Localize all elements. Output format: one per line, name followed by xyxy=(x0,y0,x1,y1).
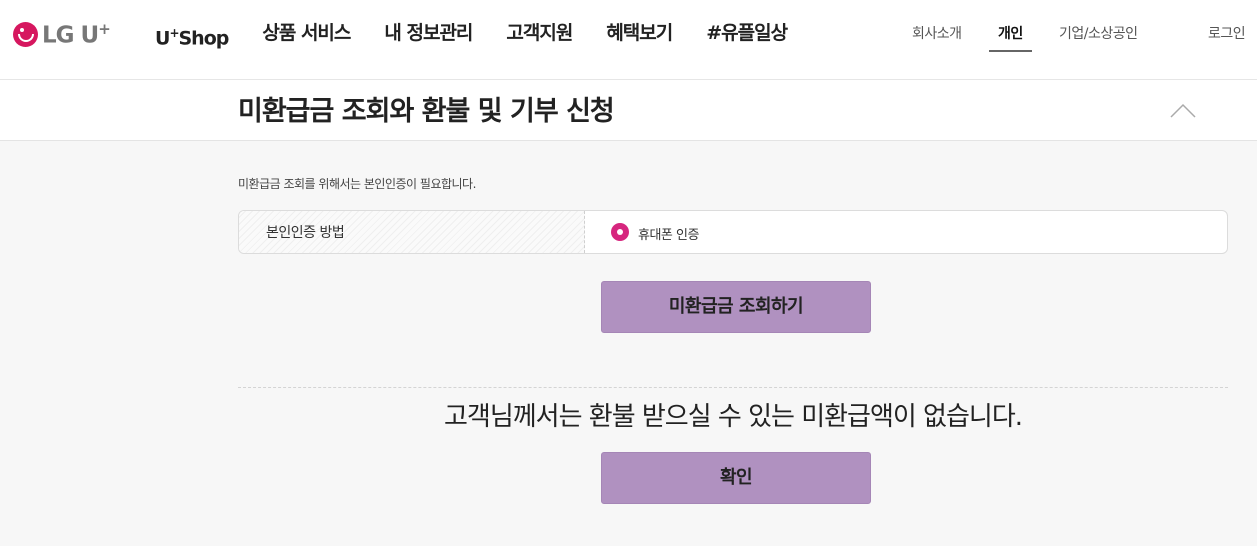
util-business-tab[interactable]: 기업/소상공인 xyxy=(1059,22,1138,46)
util-personal-tab[interactable]: 개인 xyxy=(998,22,1023,46)
page-title: 미환급금 조회와 환불 및 기부 신청 xyxy=(238,96,615,127)
util-company-link[interactable]: 회사소개 xyxy=(912,22,962,46)
confirm-button[interactable]: 확인 xyxy=(601,452,871,504)
global-nav: U+Shop 상품 서비스 내 정보관리 고객지원 혜택보기 #유플일상 xyxy=(155,18,821,49)
auth-method-header-cell: 본인인증 방법 xyxy=(239,211,585,253)
nav-products-services[interactable]: 상품 서비스 xyxy=(262,18,351,48)
nav-customer-support[interactable]: 고객지원 xyxy=(506,18,573,48)
result-message: 고객님께서는 환불 받으실 수 있는 미환급액이 없습니다. xyxy=(443,402,1023,432)
auth-method-row: 본인인증 방법 휴대폰 인증 xyxy=(238,210,1228,254)
query-refund-button[interactable]: 미환급금 조회하기 xyxy=(601,281,871,333)
auth-notice: 미환급금 조회를 위해서는 본인인증이 필요합니다. xyxy=(238,177,476,191)
header: LG U+ U+Shop 상품 서비스 내 정보관리 고객지원 혜택보기 #유플… xyxy=(0,0,1257,80)
nav-ushop[interactable]: U+Shop xyxy=(155,18,229,49)
nav-benefits[interactable]: 혜택보기 xyxy=(606,18,673,48)
nav-my-info[interactable]: 내 정보관리 xyxy=(384,18,473,48)
title-bar: 미환급금 조회와 환불 및 기부 신청 xyxy=(0,80,1257,141)
chevron-up-icon[interactable] xyxy=(1170,102,1196,118)
nav-uplus-daily[interactable]: #유플일상 xyxy=(706,18,788,48)
active-tab-underline xyxy=(989,50,1032,52)
login-link[interactable]: 로그인 xyxy=(1208,22,1246,46)
radio-phone-auth[interactable] xyxy=(611,223,629,241)
lg-uplus-logo[interactable]: LG U+ xyxy=(13,19,111,49)
section-divider xyxy=(238,387,1228,388)
auth-method-label: 본인인증 방법 xyxy=(266,225,345,241)
radio-phone-auth-label[interactable]: 휴대폰 인증 xyxy=(638,224,699,243)
logo-text: LG U+ xyxy=(42,19,111,49)
lg-face-icon xyxy=(13,21,38,47)
